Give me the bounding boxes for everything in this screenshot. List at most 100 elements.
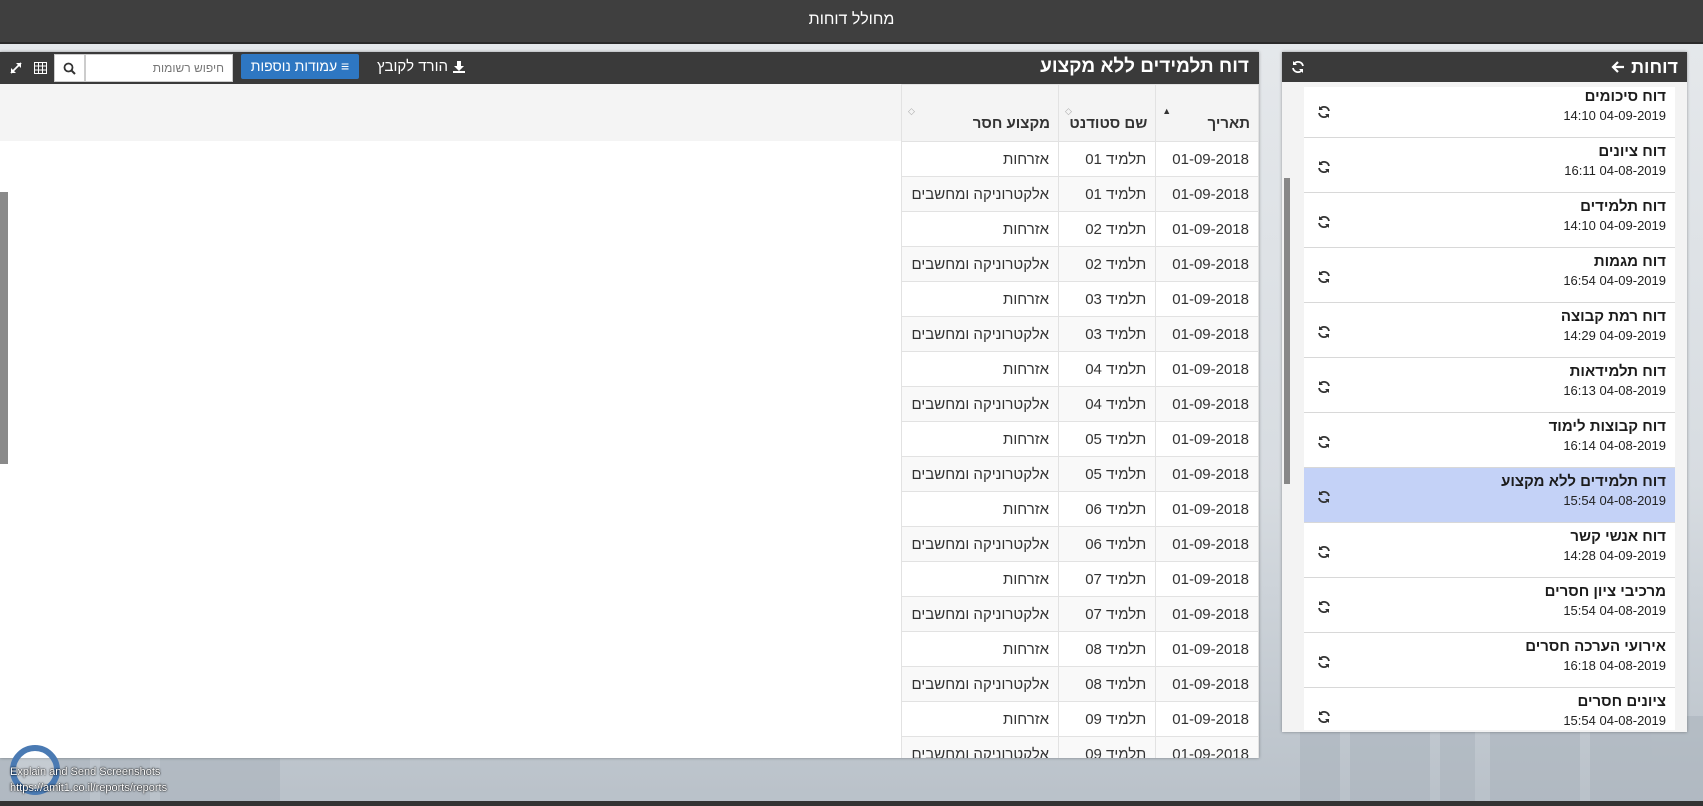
cell-missing-subject: אלקטרוניקה ומחשבים	[901, 456, 1059, 492]
download-label: הורד לקובץ	[377, 58, 448, 75]
table-row[interactable]: 01-09-2018 תלמיד 05 אזרחות	[901, 421, 1259, 457]
search-input[interactable]	[85, 54, 233, 82]
table-row[interactable]: 01-09-2018 תלמיד 07 אלקטרוניקה ומחשבים	[901, 596, 1259, 632]
table-row[interactable]: 01-09-2018 תלמיד 03 אלקטרוניקה ומחשבים	[901, 316, 1259, 352]
fullscreen-button[interactable]	[3, 54, 28, 82]
refresh-icon[interactable]	[1317, 215, 1331, 229]
column-header-date[interactable]: תאריך ▲	[1155, 84, 1259, 142]
cell-missing-subject: אלקטרוניקה ומחשבים	[901, 246, 1059, 282]
search-button[interactable]	[54, 54, 85, 82]
refresh-icon[interactable]	[1317, 325, 1331, 339]
extra-columns-button[interactable]: ≡ עמודות נוספות	[241, 54, 359, 79]
column-header-missing-subject[interactable]: מקצוע חסר ◇	[901, 84, 1059, 142]
cell-student: תלמיד 08	[1057, 666, 1157, 702]
refresh-all-icon[interactable]	[1291, 60, 1305, 74]
report-list-item[interactable]: מרכיבי ציון חסרים 04-08-2019 15:54	[1304, 578, 1675, 633]
table-header-filler	[0, 84, 901, 141]
sort-icon: ◇	[908, 106, 915, 116]
expand-icon	[9, 62, 22, 74]
report-list-item[interactable]: אירועי הערכה חסרים 04-08-2019 16:18	[1304, 633, 1675, 688]
reports-title[interactable]: דוחות	[1611, 57, 1678, 78]
cell-date: 01-09-2018	[1155, 281, 1259, 317]
report-list-item[interactable]: דוח קבוצות לימוד 04-08-2019 16:14	[1304, 413, 1675, 468]
refresh-icon[interactable]	[1317, 545, 1331, 559]
refresh-icon[interactable]	[1317, 105, 1331, 119]
table-row[interactable]: 01-09-2018 תלמיד 04 אזרחות	[901, 351, 1259, 387]
report-item-name: ציונים חסרים	[1577, 693, 1667, 710]
table-row[interactable]: 01-09-2018 תלמיד 05 אלקטרוניקה ומחשבים	[901, 456, 1259, 492]
cell-student: תלמיד 04	[1057, 351, 1157, 387]
refresh-icon[interactable]	[1317, 435, 1331, 449]
cell-missing-subject: אלקטרוניקה ומחשבים	[901, 596, 1059, 632]
table-row[interactable]: 01-09-2018 תלמיד 01 אלקטרוניקה ומחשבים	[901, 176, 1259, 212]
cell-date: 01-09-2018	[1155, 526, 1259, 562]
report-item-date: 04-08-2019 15:54	[1563, 603, 1666, 618]
report-item-name: דוח תלמידאות	[1569, 363, 1666, 380]
cell-student: תלמיד 08	[1057, 631, 1157, 667]
cell-date: 01-09-2018	[1155, 561, 1259, 597]
report-item-date: 04-09-2019 14:10	[1563, 108, 1666, 123]
column-header-student[interactable]: שם סטודנט ◇	[1057, 84, 1157, 142]
report-list-item[interactable]: דוח סיכומים 04-09-2019 14:10	[1304, 87, 1675, 138]
report-item-name: אירועי הערכה חסרים	[1525, 638, 1666, 655]
bottom-strip	[0, 801, 1703, 806]
report-list-item[interactable]: דוח רמת קבוצה 04-09-2019 14:29	[1304, 303, 1675, 358]
report-table-container: תאריך ▲ שם סטודנט ◇ מקצוע חסר ◇ 01-09-20…	[901, 84, 1259, 758]
sidebar-scrollbar[interactable]	[1284, 178, 1290, 484]
cell-missing-subject: אזרחות	[901, 281, 1059, 317]
refresh-icon[interactable]	[1317, 655, 1331, 669]
refresh-icon[interactable]	[1317, 710, 1331, 724]
refresh-icon[interactable]	[1317, 380, 1331, 394]
cell-missing-subject: אזרחות	[901, 141, 1059, 177]
widget-line-2: https://amit1.co.il/reports/reports	[10, 782, 168, 794]
app-header: מחולל דוחות	[0, 0, 1703, 42]
report-list-item[interactable]: דוח תלמידים 04-09-2019 14:10	[1304, 193, 1675, 248]
cell-missing-subject: אזרחות	[901, 491, 1059, 527]
report-list-item[interactable]: דוח מגמות 04-09-2019 16:54	[1304, 248, 1675, 303]
report-list-item[interactable]: דוח תלמידאות 04-08-2019 16:13	[1304, 358, 1675, 413]
table-view-button[interactable]	[28, 54, 53, 82]
cell-date: 01-09-2018	[1155, 246, 1259, 282]
cell-student: תלמיד 04	[1057, 386, 1157, 422]
table-row[interactable]: 01-09-2018 תלמיד 02 אלקטרוניקה ומחשבים	[901, 246, 1259, 282]
table-row[interactable]: 01-09-2018 תלמיד 04 אלקטרוניקה ומחשבים	[901, 386, 1259, 422]
table-row[interactable]: 01-09-2018 תלמיד 08 אלקטרוניקה ומחשבים	[901, 666, 1259, 702]
report-item-date: 04-08-2019 16:18	[1563, 658, 1666, 673]
table-row[interactable]: 01-09-2018 תלמיד 09 אזרחות	[901, 701, 1259, 737]
download-button[interactable]: הורד לקובץ	[377, 58, 466, 75]
table-row[interactable]: 01-09-2018 תלמיד 06 אזרחות	[901, 491, 1259, 527]
report-item-name: דוח תלמידים ללא מקצוע	[1501, 473, 1666, 490]
refresh-icon[interactable]	[1317, 600, 1331, 614]
report-list-item[interactable]: ציונים חסרים 04-08-2019 15:54	[1304, 688, 1675, 730]
refresh-icon[interactable]	[1317, 270, 1331, 284]
table-row[interactable]: 01-09-2018 תלמיד 09 אלקטרוניקה ומחשבים	[901, 736, 1259, 758]
cell-missing-subject: אזרחות	[901, 421, 1059, 457]
cell-student: תלמיד 09	[1057, 701, 1157, 737]
cell-missing-subject: אזרחות	[901, 211, 1059, 247]
table-row[interactable]: 01-09-2018 תלמיד 07 אזרחות	[901, 561, 1259, 597]
table-row[interactable]: 01-09-2018 תלמיד 06 אלקטרוניקה ומחשבים	[901, 526, 1259, 562]
report-title: דוח תלמידים ללא מקצוע	[1040, 56, 1249, 77]
feedback-widget[interactable]: Explain and Send Screenshots https://ami…	[10, 764, 167, 796]
search-icon	[63, 62, 76, 75]
report-item-name: דוח סיכומים	[1584, 88, 1666, 105]
report-list-item[interactable]: דוח ציונים 04-08-2019 16:11	[1304, 138, 1675, 193]
report-item-date: 04-08-2019 16:13	[1563, 383, 1666, 398]
cell-missing-subject: אלקטרוניקה ומחשבים	[901, 526, 1059, 562]
horizontal-scrollbar[interactable]	[0, 192, 8, 464]
report-table: תאריך ▲ שם סטודנט ◇ מקצוע חסר ◇ 01-09-20…	[901, 84, 1259, 758]
refresh-icon[interactable]	[1317, 490, 1331, 504]
report-item-name: דוח ציונים	[1598, 143, 1666, 160]
table-row[interactable]: 01-09-2018 תלמיד 02 אזרחות	[901, 211, 1259, 247]
cell-student: תלמיד 05	[1057, 456, 1157, 492]
report-toolbar: דוח תלמידים ללא מקצוע הורד לקובץ ≡ עמודו…	[0, 52, 1259, 84]
refresh-icon[interactable]	[1317, 160, 1331, 174]
table-row[interactable]: 01-09-2018 תלמיד 03 אזרחות	[901, 281, 1259, 317]
cell-missing-subject: אזרחות	[901, 631, 1059, 667]
extra-columns-label: עמודות נוספות	[250, 58, 338, 74]
table-row[interactable]: 01-09-2018 תלמיד 08 אזרחות	[901, 631, 1259, 667]
table-row[interactable]: 01-09-2018 תלמיד 01 אזרחות	[901, 141, 1259, 177]
cell-date: 01-09-2018	[1155, 141, 1259, 177]
report-list-item[interactable]: דוח תלמידים ללא מקצוע 04-08-2019 15:54	[1304, 468, 1675, 523]
report-list-item[interactable]: דוח אנשי קשר 04-09-2019 14:28	[1304, 523, 1675, 578]
